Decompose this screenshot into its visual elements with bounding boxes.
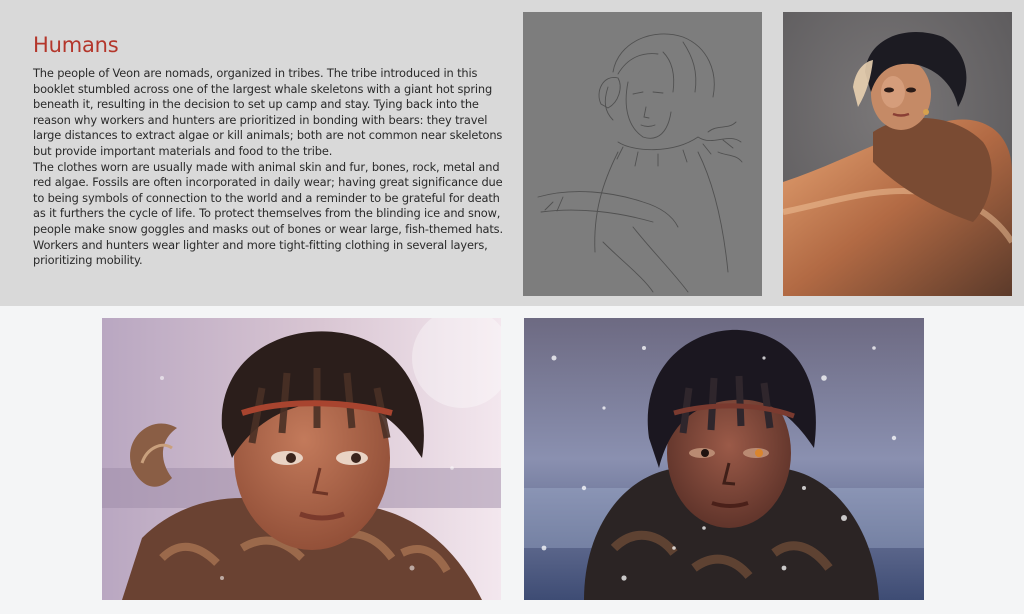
description-text: The people of Veon are nomads, organized… (33, 66, 508, 269)
render-day-image (102, 318, 501, 600)
paragraph-clothing: The clothes worn are usually made with a… (33, 159, 503, 268)
render-snow-image (524, 318, 924, 600)
painted-study-image (783, 12, 1012, 296)
paragraph-tribes: The people of Veon are nomads, organized… (33, 66, 503, 158)
section-title: Humans (33, 33, 119, 57)
pencil-sketch-image (523, 12, 762, 296)
